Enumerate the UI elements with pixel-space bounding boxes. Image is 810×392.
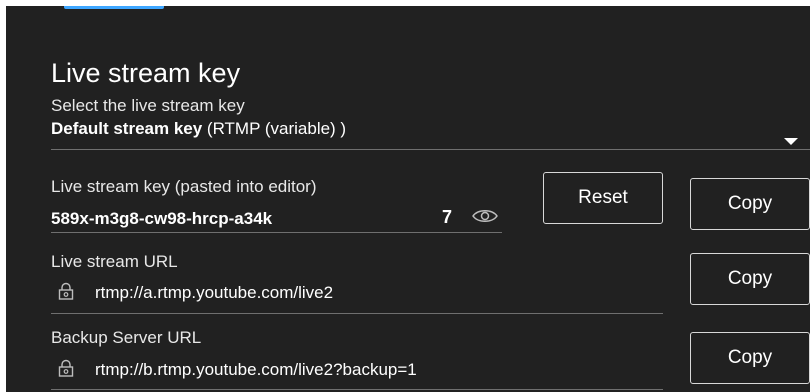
selected-key-name: Default stream key: [51, 119, 203, 138]
dropdown-arrow-icon[interactable]: [784, 138, 798, 145]
stream-url-label: Live stream URL: [51, 252, 178, 271]
selected-key-type: (RTMP (variable) ): [206, 119, 347, 138]
backup-url-underline: [51, 389, 663, 390]
stream-key-input[interactable]: 589x-m3g8-cw98-hrcp-a34k: [51, 209, 272, 229]
backup-url-input[interactable]: rtmp://b.rtmp.youtube.com/live2?backup=1: [95, 360, 417, 380]
lock-icon: [58, 282, 74, 300]
copy-stream-url-button[interactable]: Copy: [690, 253, 810, 305]
copy-backup-url-button[interactable]: Copy: [690, 332, 810, 384]
stream-url-underline: [51, 313, 663, 314]
stream-key-select-label: Select the live stream key: [51, 96, 245, 115]
lock-icon: [58, 359, 74, 377]
reset-button[interactable]: Reset: [543, 172, 663, 224]
stream-key-count: 7: [442, 207, 453, 227]
show-key-eye-icon[interactable]: [472, 208, 498, 224]
copy-stream-key-button[interactable]: Copy: [690, 178, 810, 230]
backup-url-label: Backup Server URL: [51, 328, 202, 347]
stream-url-input[interactable]: rtmp://a.rtmp.youtube.com/live2: [95, 283, 333, 303]
stream-settings-panel: Live stream key Select the live stream k…: [6, 6, 810, 392]
stream-key-label: Live stream key (pasted into editor): [51, 177, 317, 196]
section-title: Live stream key: [51, 58, 241, 88]
stream-key-underline: [51, 232, 502, 233]
select-underline: [51, 149, 810, 150]
active-tab-indicator: [64, 6, 164, 9]
stream-key-select[interactable]: Default stream key (RTMP (variable) ): [51, 119, 346, 139]
